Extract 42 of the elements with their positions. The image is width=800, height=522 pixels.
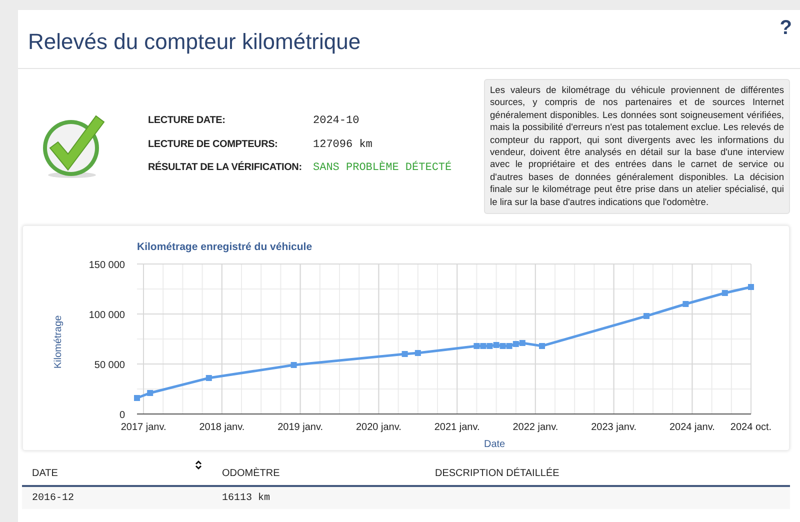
data-point	[722, 290, 728, 296]
data-point	[147, 390, 154, 396]
x-tick-label: 2021 janv.	[434, 422, 480, 433]
page-title: Relevés du compteur kilométrique	[28, 28, 361, 56]
table-cell-text: 16113 km	[221, 492, 272, 506]
data-point	[206, 375, 212, 381]
y-axis-title: Kilométrage	[53, 315, 64, 369]
field-label: RÉSULTAT DE LA VÉRIFICATION:	[148, 160, 303, 175]
x-tick-label: 2024 oct.	[730, 422, 772, 433]
data-point	[539, 343, 545, 349]
data-point	[644, 313, 650, 319]
disclaimer-note: Les valeurs de kilométrage du véhicule proviennent de différentes sources, y compris de nos partenaires et de sources Internet généralement disponibles. Les données sont soigneusement vérifiées, mais la possibilité d'erreurs n'est pas totalement exclue. Les relevés de compteur du rapport, qui sont divergents avec les informations du vendeur, doivent être analysés en détail sur la base d'une interview avec le propriétaire et des entrées dans le carnet de service ou d'autres bases de données généralement disponibles. La décision finale sur le kilométrage peut être prise dans un atelier spécialisé, qui le lira sur la base d'autres indications que l'odomètre.	[484, 79, 790, 214]
y-tick-label: 100 000	[88, 310, 125, 321]
x-tick-label: 2018 janv.	[199, 422, 245, 433]
field-value: 2024-10	[313, 114, 360, 129]
data-point	[402, 351, 408, 357]
column-header: ODOMÈTRE	[222, 466, 280, 481]
chart-title: Kilométrage enregistré du véhicule	[137, 241, 312, 253]
y-tick-label: 0	[119, 410, 125, 421]
x-tick-label: 2023 janv.	[591, 422, 637, 433]
y-tick-label: 150 000	[88, 260, 125, 271]
help-icon[interactable]: ?	[780, 18, 792, 38]
x-tick-label: 2020 janv.	[356, 422, 402, 433]
field-value: SANS PROBLÈME DÉTECTÉ	[313, 160, 453, 176]
field-value: 127096 km	[313, 138, 374, 152]
sort-icon[interactable]	[195, 460, 202, 470]
field-label: LECTURE DE COMPTEURS:	[148, 138, 279, 152]
data-point	[290, 362, 297, 368]
column-header: DESCRIPTION DÉTAILLÉE	[435, 466, 560, 481]
x-tick-label: 2024 janv.	[670, 422, 715, 433]
data-point	[748, 284, 754, 290]
x-axis-title: Date	[484, 439, 506, 450]
x-tick-label: 2017 janv.	[120, 422, 166, 433]
x-tick-label: 2019 janv.	[278, 422, 323, 433]
data-point	[682, 301, 689, 307]
column-header: DATE	[32, 467, 58, 481]
y-tick-label: 50 000	[94, 360, 125, 371]
data-point	[414, 350, 421, 356]
table-cell-text: 2016-12	[31, 492, 76, 506]
field-label: LECTURE DATE:	[148, 114, 226, 128]
data-point	[134, 395, 140, 401]
x-tick-label: 2022 janv.	[512, 422, 558, 433]
